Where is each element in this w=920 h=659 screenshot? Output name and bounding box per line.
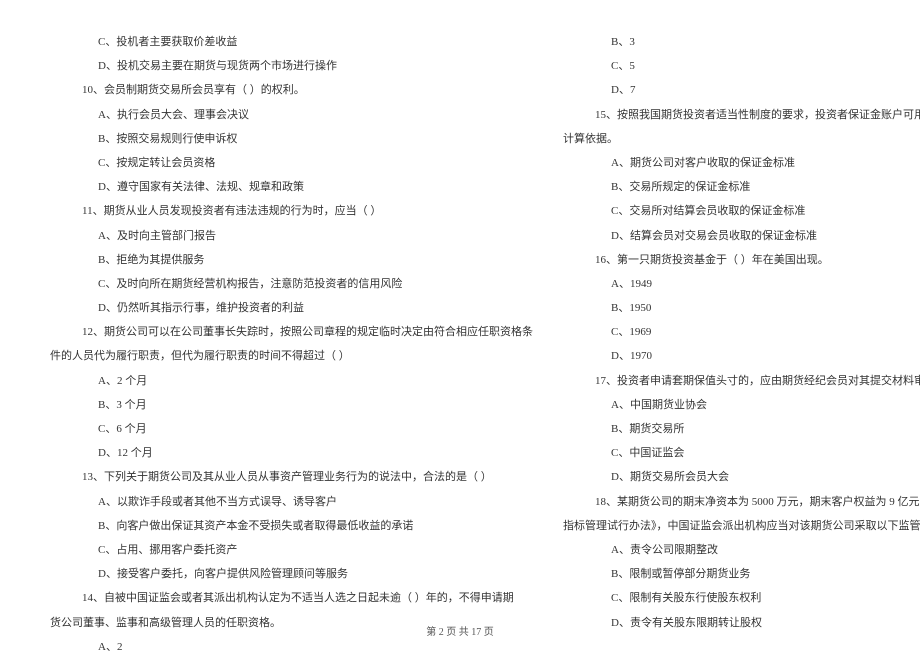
text-line: C、交易所对结算会员收取的保证金标准 — [563, 199, 920, 223]
text-line: B、按照交易规则行使申诉权 — [50, 127, 533, 151]
text-line: C、5 — [563, 54, 920, 78]
text-line: D、期货交易所会员大会 — [563, 465, 920, 489]
text-line: 10、会员制期货交易所会员享有（ ）的权利。 — [50, 78, 533, 102]
text-line: A、以欺诈手段或者其他不当方式误导、诱导客户 — [50, 490, 533, 514]
text-line: C、限制有关股东行使股东权利 — [563, 586, 920, 610]
text-line: B、向客户做出保证其资产本金不受损失或者取得最低收益的承诺 — [50, 514, 533, 538]
text-line: B、交易所规定的保证金标准 — [563, 175, 920, 199]
text-line: A、中国期货业协会 — [563, 393, 920, 417]
text-line: 指标管理试行办法》，中国证监会派出机构应当对该期货公司采取以下监管措施（ ） — [563, 514, 920, 538]
text-line: A、执行会员大会、理事会决议 — [50, 103, 533, 127]
text-line: 18、某期货公司的期末净资本为 5000 万元，期末客户权益为 9 亿元，根据《… — [563, 490, 920, 514]
two-column-layout: C、投机者主要获取价差收益D、投机交易主要在期货与现货两个市场进行操作10、会员… — [50, 30, 870, 659]
text-line: D、遵守国家有关法律、法规、规章和政策 — [50, 175, 533, 199]
text-line: 件的人员代为履行职责，但代为履行职责的时间不得超过（ ） — [50, 344, 533, 368]
text-line: B、拒绝为其提供服务 — [50, 248, 533, 272]
text-line: D、投机交易主要在期货与现货两个市场进行操作 — [50, 54, 533, 78]
text-line: C、6 个月 — [50, 417, 533, 441]
text-line: D、7 — [563, 78, 920, 102]
text-line: 11、期货从业人员发现投资者有违法违规的行为时，应当（ ） — [50, 199, 533, 223]
right-column: B、3C、5D、715、按照我国期货投资者适当性制度的要求，投资者保证金账户可用… — [563, 30, 920, 659]
text-line: C、中国证监会 — [563, 441, 920, 465]
text-line: A、期货公司对客户收取的保证金标准 — [563, 151, 920, 175]
text-line: 13、下列关于期货公司及其从业人员从事资产管理业务行为的说法中，合法的是（ ） — [50, 465, 533, 489]
text-line: 计算依据。 — [563, 127, 920, 151]
text-line: D、1970 — [563, 344, 920, 368]
text-line: C、按规定转让会员资格 — [50, 151, 533, 175]
text-line: B、3 — [563, 30, 920, 54]
text-line: B、1950 — [563, 296, 920, 320]
text-line: D、结算会员对交易会员收取的保证金标准 — [563, 224, 920, 248]
text-line: C、占用、挪用客户委托资产 — [50, 538, 533, 562]
text-line: B、限制或暂停部分期货业务 — [563, 562, 920, 586]
text-line: 14、自被中国证监会或者其派出机构认定为不适当人选之日起未逾（ ）年的，不得申请… — [50, 586, 533, 610]
text-line: B、期货交易所 — [563, 417, 920, 441]
left-column: C、投机者主要获取价差收益D、投机交易主要在期货与现货两个市场进行操作10、会员… — [50, 30, 533, 659]
text-line: A、2 个月 — [50, 369, 533, 393]
text-line: A、及时向主管部门报告 — [50, 224, 533, 248]
text-line: A、1949 — [563, 272, 920, 296]
text-line: 15、按照我国期货投资者适当性制度的要求，投资者保证金账户可用资金余额以（ ）作… — [563, 103, 920, 127]
text-line: C、投机者主要获取价差收益 — [50, 30, 533, 54]
text-line: B、3 个月 — [50, 393, 533, 417]
text-line: C、及时向所在期货经营机构报告，注意防范投资者的信用风险 — [50, 272, 533, 296]
text-line: 16、第一只期货投资基金于（ ）年在美国出现。 — [563, 248, 920, 272]
page-footer: 第 2 页 共 17 页 — [0, 623, 920, 638]
text-line: A、责令公司限期整改 — [563, 538, 920, 562]
text-line: 12、期货公司可以在公司董事长失踪时，按照公司章程的规定临时决定由符合相应任职资… — [50, 320, 533, 344]
text-line: D、12 个月 — [50, 441, 533, 465]
text-line: A、2 — [50, 635, 533, 659]
text-line: D、仍然听其指示行事，维护投资者的利益 — [50, 296, 533, 320]
text-line: D、接受客户委托，向客户提供风险管理顾问等服务 — [50, 562, 533, 586]
text-line: 17、投资者申请套期保值头寸的，应由期货经纪会员对其提交材料审核后报（ ）审批。 — [563, 369, 920, 393]
text-line: C、1969 — [563, 320, 920, 344]
